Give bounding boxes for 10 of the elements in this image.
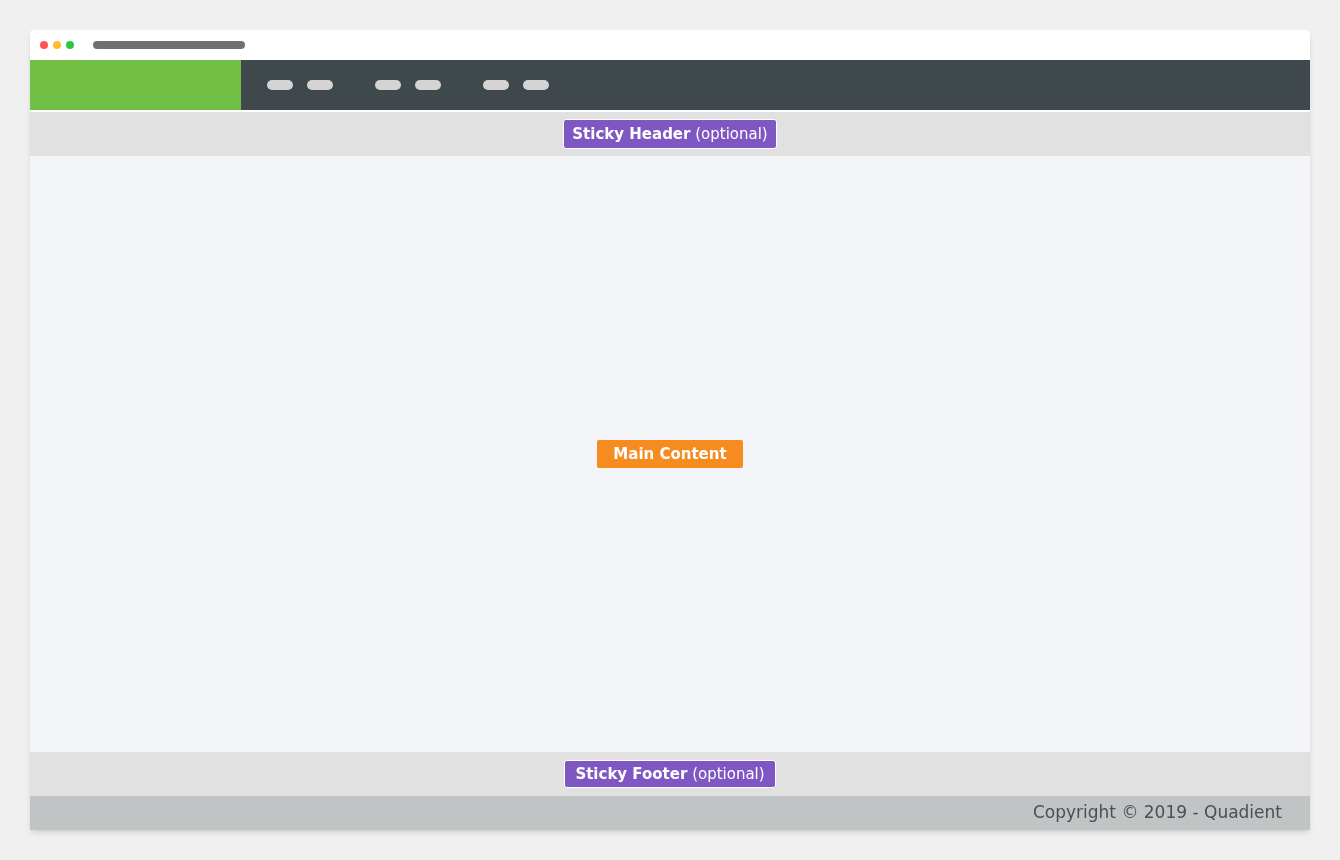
nav-placeholder-bar [307,80,333,90]
nav-placeholder-bar [483,80,509,90]
sticky-header-label: Sticky Header (optional) [563,118,777,150]
main-content-label: Main Content [597,439,743,469]
nav-placeholder-bar [267,80,293,90]
nav-placeholder-bar [415,80,441,90]
sticky-footer-label: Sticky Footer (optional) [564,759,776,789]
nav-placeholder-bar [523,80,549,90]
nav-placeholder-bar [375,80,401,90]
copyright-text: Copyright © 2019 - Quadient [1032,801,1282,825]
